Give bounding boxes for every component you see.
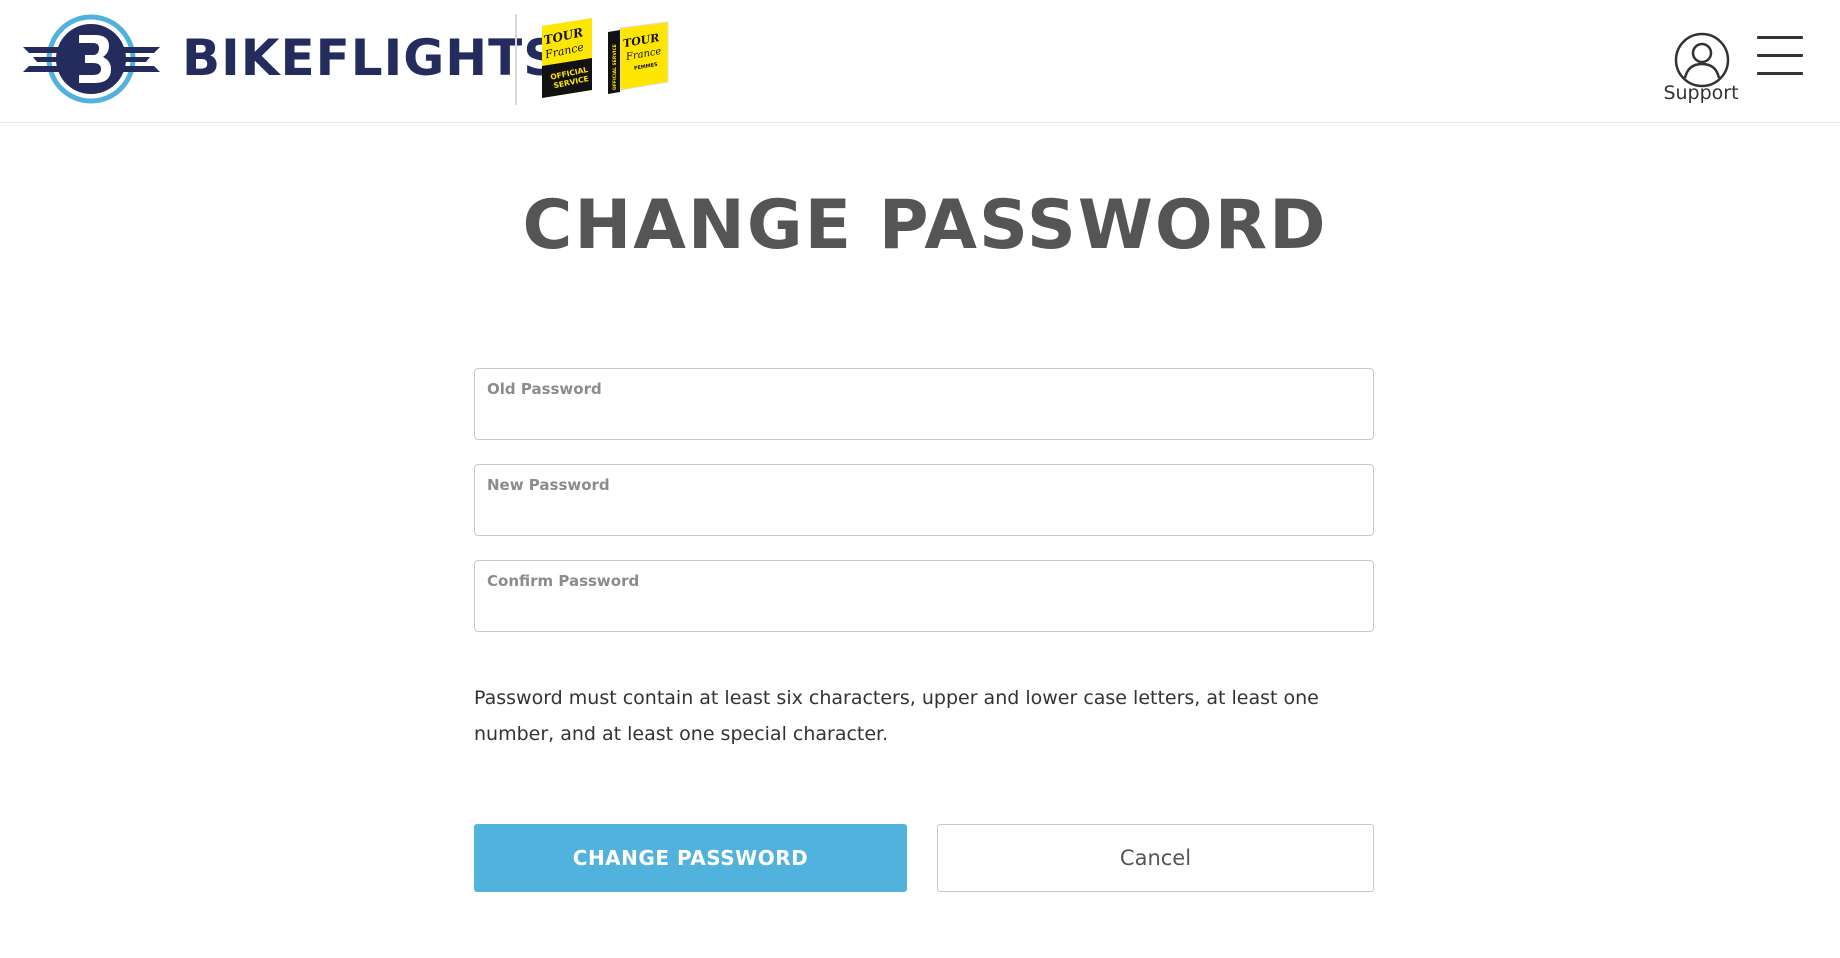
old-password-field[interactable]: Old Password bbox=[474, 368, 1374, 440]
site-header: BIKEFLIGHTS TOUR France OFFICIAL SERVICE… bbox=[0, 0, 1840, 123]
user-circle-icon bbox=[1674, 32, 1730, 88]
tour-de-france-femmes-badge: OFFICIAL SERVICE TOUR France FEMMES bbox=[608, 21, 669, 94]
hamburger-menu-icon[interactable] bbox=[1756, 34, 1804, 78]
support-link[interactable]: Support bbox=[1658, 28, 1744, 108]
password-requirements-hint: Password must contain at least six chara… bbox=[474, 687, 1319, 745]
change-password-button[interactable]: CHANGE PASSWORD bbox=[474, 824, 907, 892]
new-password-input[interactable] bbox=[487, 499, 1361, 529]
old-password-input[interactable] bbox=[487, 403, 1361, 433]
bikeflights-logo-icon[interactable] bbox=[23, 13, 160, 105]
page-title: CHANGE PASSWORD bbox=[522, 186, 1328, 265]
support-label: Support bbox=[1663, 82, 1739, 104]
confirm-password-label: Confirm Password bbox=[487, 572, 640, 590]
confirm-password-input[interactable] bbox=[487, 595, 1361, 625]
brand-name[interactable]: BIKEFLIGHTS bbox=[182, 28, 560, 88]
confirm-password-field[interactable]: Confirm Password bbox=[474, 560, 1374, 632]
svg-text:OFFICIAL SERVICE: OFFICIAL SERVICE bbox=[612, 44, 618, 90]
new-password-field[interactable]: New Password bbox=[474, 464, 1374, 536]
new-password-label: New Password bbox=[487, 476, 610, 494]
old-password-label: Old Password bbox=[487, 380, 602, 398]
cancel-button[interactable]: Cancel bbox=[937, 824, 1374, 892]
header-divider bbox=[515, 14, 517, 105]
tour-de-france-official-service-badge: TOUR France OFFICIAL SERVICE bbox=[542, 18, 592, 98]
